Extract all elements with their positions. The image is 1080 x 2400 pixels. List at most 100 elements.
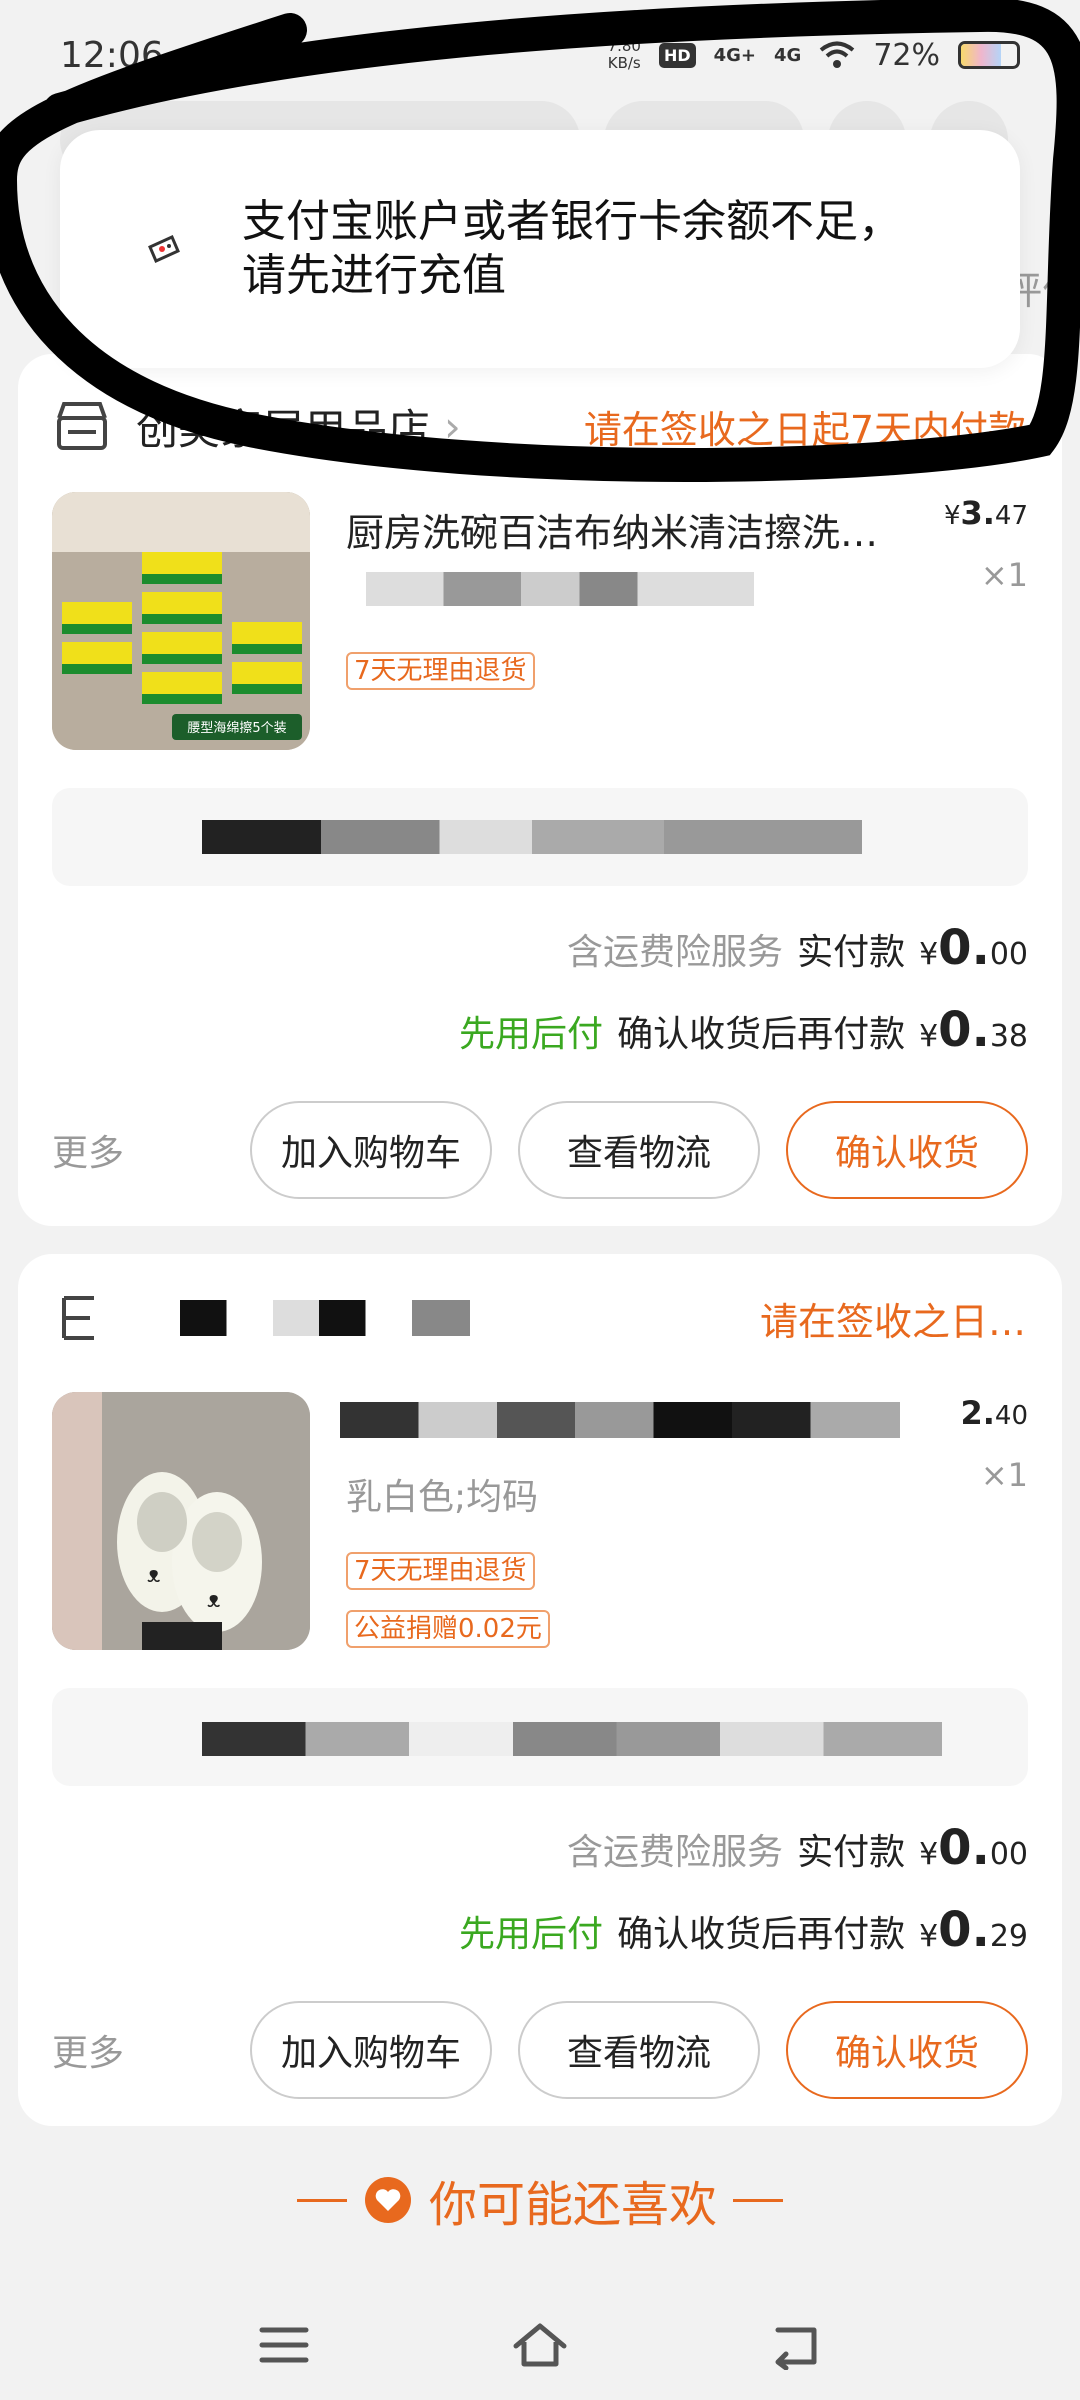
recommend-header: 你可能还喜欢 [0,2160,1080,2240]
logistics-info[interactable] [52,788,1028,886]
confirm-receipt-button[interactable]: 确认收货 [786,2001,1028,2099]
more-link[interactable]: 更多 [52,1124,124,1176]
price-dec: 47 [994,501,1028,531]
paid-int: 0. [938,1820,990,1876]
order-status: 请在签收之日… [759,1299,1026,1344]
heart-icon [364,2177,411,2223]
pay-later-label: 确认收货后再付款 [617,1014,906,1055]
order-actions: 更多 加入购物车 查看物流 确认收货 [52,1100,1028,1200]
store-row[interactable]: 请在签收之日… [54,1278,1026,1358]
bnpl-summary: 先用后付 确认收货后再付款 ¥0.29 [459,1902,1028,1958]
charity-tag: 公益捐赠0.02元 [346,1610,550,1648]
payment-summary: 含运费险服务 实付款 ¥0.00 [567,1820,1028,1876]
view-logistics-button[interactable]: 查看物流 [518,1101,760,1199]
status-time: 12:06 [60,34,164,76]
later-dec: 29 [989,1919,1028,1954]
sponge-image: 腰型海绵擦5个装 [52,492,310,750]
later-symbol: ¥ [919,1919,939,1954]
balance-toast: 支付宝账户或者银行卡余额不足，请先进行充值 [60,130,1020,368]
net-speed: 7.80 KB/s [608,38,641,72]
battery-icon [958,41,1020,69]
divider-right [733,2198,783,2202]
paid-dec: 00 [989,1837,1028,1872]
system-nav-bar [0,2290,1080,2400]
censored-logistics [202,1722,942,1756]
store-name[interactable]: 创美家居用品店 [136,396,430,457]
paid-symbol: ¥ [919,1837,939,1872]
store-icon [57,402,107,450]
paid-symbol: ¥ [919,937,939,972]
pay-later-label: 确认收货后再付款 [617,1914,906,1955]
later-int: 0. [938,1902,990,1958]
censored-store-name [180,1300,470,1336]
status-bar: 12:06 7.80 KB/s HD 4G+ 4G 72% [0,0,1080,110]
divider-left [296,2198,347,2202]
later-dec: 38 [989,1019,1028,1054]
hd-icon: HD [658,42,696,68]
view-logistics-button[interactable]: 查看物流 [518,2001,760,2099]
pay-later-amount: ¥0.29 [919,1902,1028,1958]
order-card: 请在签收之日… ᴥ ᴥ 2.40 ×1 乳白色;均码 7天无理由退货 公益捐赠0… [18,1254,1062,2126]
price-symbol: ¥ [943,501,961,531]
svg-text:ᴥ: ᴥ [207,1588,220,1613]
order-card: 创美家居用品店 › 请在签收之日起7天内付款 腰型海绵擦5个装 厨房洗碗百洁布纳… [18,354,1062,1226]
menu-icon[interactable] [256,2320,312,2370]
more-link[interactable]: 更多 [52,2024,124,2076]
paid-label: 实付款 [797,1832,906,1873]
logistics-info[interactable] [52,1688,1028,1786]
order-actions: 更多 加入购物车 查看物流 确认收货 [52,2000,1028,2100]
order-status: 请在签收之日起7天内付款 [583,407,1026,452]
price-int: 3. [960,494,995,532]
return-policy-tag: 7天无理由退货 [346,652,535,690]
confirm-receipt-button[interactable]: 确认收货 [786,1101,1028,1199]
price-dec: 40 [994,1401,1028,1431]
socks-image: ᴥ ᴥ [52,1392,310,1650]
chevron-right-icon: › [444,401,461,451]
net-speed-unit: KB/s [607,54,641,72]
paid-dec: 00 [989,937,1028,972]
product-variant: 乳白色;均码 [346,1477,539,1518]
toast-message: 支付宝账户或者银行卡余额不足，请先进行充值 [242,196,902,301]
insurance-label: 含运费险服务 [567,1832,784,1873]
price-int: 2. [960,1394,995,1432]
wifi-icon [820,41,855,68]
svg-text:ᴥ: ᴥ [147,1563,160,1588]
product-price: ¥3.47 [944,494,1028,532]
bnpl-label: 先用后付 [459,1914,604,1955]
censored-logistics [202,820,862,854]
pay-later-amount: ¥0.38 [919,1002,1028,1058]
add-to-cart-button[interactable]: 加入购物车 [250,2001,492,2099]
store-icon [62,1296,94,1340]
image-caption: 腰型海绵擦5个装 [187,721,286,736]
later-int: 0. [938,1002,990,1058]
add-to-cart-button[interactable]: 加入购物车 [250,1101,492,1199]
payment-summary: 含运费险服务 实付款 ¥0.00 [567,920,1028,976]
paid-label: 实付款 [797,932,906,973]
insurance-label: 含运费险服务 [567,932,784,973]
signal-4g-icon: 4G [774,44,802,66]
censored-variant [366,572,754,606]
censored-product-title [340,1402,900,1438]
return-policy-tag: 7天无理由退货 [346,1552,535,1590]
signal-4gplus-icon: 4G+ [713,44,756,66]
paid-amount: ¥0.00 [919,1820,1028,1876]
later-symbol: ¥ [919,1019,939,1054]
alipay-card-icon [148,235,180,263]
status-icons: 7.80 KB/s HD 4G+ 4G 72% [608,38,1020,73]
product-quantity: ×1 [980,556,1028,594]
product-quantity: ×1 [980,1456,1028,1494]
product-title[interactable]: 厨房洗碗百洁布纳米清洁擦洗… [346,502,906,557]
product-image[interactable]: ᴥ ᴥ [52,1392,310,1650]
home-icon[interactable] [512,2320,568,2370]
recommend-title: 你可能还喜欢 [428,2177,717,2233]
paid-int: 0. [938,920,990,976]
bnpl-label: 先用后付 [459,1014,604,1055]
product-image[interactable]: 腰型海绵擦5个装 [52,492,310,750]
bnpl-summary: 先用后付 确认收货后再付款 ¥0.38 [459,1002,1028,1058]
battery-percent: 72% [873,37,940,73]
paid-amount: ¥0.00 [919,920,1028,976]
back-icon[interactable] [768,2320,824,2370]
store-row[interactable]: 创美家居用品店 › 请在签收之日起7天内付款 [54,386,1026,466]
product-price: 2.40 [960,1394,1028,1432]
net-speed-value: 7.80 [607,37,641,55]
